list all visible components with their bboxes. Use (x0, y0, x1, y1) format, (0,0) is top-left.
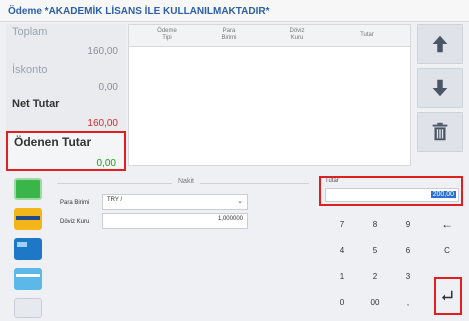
paid-value: 0,00 (96, 158, 116, 169)
net-amount: Net Tutar 160,00 (6, 96, 126, 130)
column-amount: Tutar (337, 32, 397, 39)
payment-type-list[interactable] (14, 178, 42, 321)
section-title: Nakit (172, 178, 200, 185)
column-currency: Para Birimi (199, 28, 259, 42)
key-3[interactable]: 3 (393, 264, 423, 288)
credit-card-icon[interactable] (14, 208, 42, 230)
currency-label: Para Birimi (60, 200, 90, 206)
key-8[interactable]: 8 (360, 212, 390, 236)
arrow-up-icon (432, 35, 448, 53)
exchange-rate-label: Döviz Kuru (60, 219, 90, 225)
backspace-key[interactable]: ← (432, 212, 462, 236)
net-label: Net Tutar (12, 98, 60, 110)
amount-input[interactable]: 200,00 (325, 188, 459, 202)
key-0[interactable]: 0 (327, 290, 357, 314)
column-label: Para (222, 28, 236, 34)
cash-payment-form: Nakit Para Birimi TRY / ⌄ Döviz Kuru 1,0… (52, 176, 312, 321)
key-00[interactable]: 00 (360, 290, 390, 314)
payments-table[interactable]: Ödeme Tipi Para Birimi Döviz Kuru Tutar (128, 24, 411, 166)
discount-value: 0,00 (98, 82, 118, 93)
enter-button[interactable] (434, 277, 462, 315)
currency-select[interactable]: TRY / ⌄ (102, 194, 248, 210)
currency-value: TRY / (107, 197, 123, 203)
card-chip (17, 242, 27, 247)
column-label: Tipi (162, 35, 172, 41)
total-label: Toplam (12, 26, 48, 38)
column-label: Kuru (290, 35, 304, 41)
card-stripe (16, 216, 40, 220)
total-value: 160,00 (87, 46, 118, 57)
amount-label: Tutar (325, 178, 339, 184)
key-9[interactable]: 9 (393, 212, 423, 236)
card-stripe (16, 274, 40, 277)
enter-icon (442, 290, 453, 301)
paid-amount: Ödenen Tutar 0,00 (6, 131, 126, 171)
net-value: 160,00 (87, 118, 118, 129)
key-2[interactable]: 2 (360, 264, 390, 288)
column-exchange-rate: Döviz Kuru (267, 28, 327, 42)
discount-amount: İskonto 0,00 (6, 62, 126, 96)
delete-button[interactable] (417, 112, 463, 152)
card-icon[interactable] (14, 298, 42, 318)
totals-panel: Toplam 160,00 İskonto 0,00 Net Tutar 160… (6, 24, 126, 171)
total-amount: Toplam 160,00 (6, 24, 126, 60)
payments-table-header: Ödeme Tipi Para Birimi Döviz Kuru Tutar (129, 25, 410, 47)
discount-label: İskonto (12, 64, 48, 76)
key-4[interactable]: 4 (327, 238, 357, 262)
key-decimal[interactable]: , (393, 290, 423, 314)
card-icon[interactable] (14, 268, 42, 290)
arrow-down-icon (432, 79, 448, 97)
key-6[interactable]: 6 (393, 238, 423, 262)
clear-key[interactable]: C (432, 238, 462, 262)
trash-icon (432, 122, 448, 141)
column-payment-type: Ödeme Tipi (137, 28, 197, 42)
key-7[interactable]: 7 (327, 212, 357, 236)
paid-label: Ödenen Tutar (14, 135, 92, 149)
amount-field-group: Tutar 200,00 (319, 176, 463, 206)
window-title: Ödeme *AKADEMİK LİSANS İLE KULLANILMAKTA… (0, 0, 469, 22)
column-label: Döviz (289, 28, 305, 34)
move-up-button[interactable] (417, 24, 463, 64)
column-label: Birimi (221, 35, 237, 41)
column-label: Tutar (360, 32, 374, 38)
key-5[interactable]: 5 (360, 238, 390, 262)
exchange-rate-field[interactable]: 1,000000 (102, 213, 248, 229)
debit-card-icon[interactable] (14, 238, 42, 260)
move-down-button[interactable] (417, 68, 463, 108)
key-1[interactable]: 1 (327, 264, 357, 288)
amount-value: 200,00 (430, 191, 456, 198)
cash-icon[interactable] (14, 178, 42, 200)
column-label: Ödeme (157, 28, 177, 34)
chevron-down-icon: ⌄ (237, 198, 243, 205)
